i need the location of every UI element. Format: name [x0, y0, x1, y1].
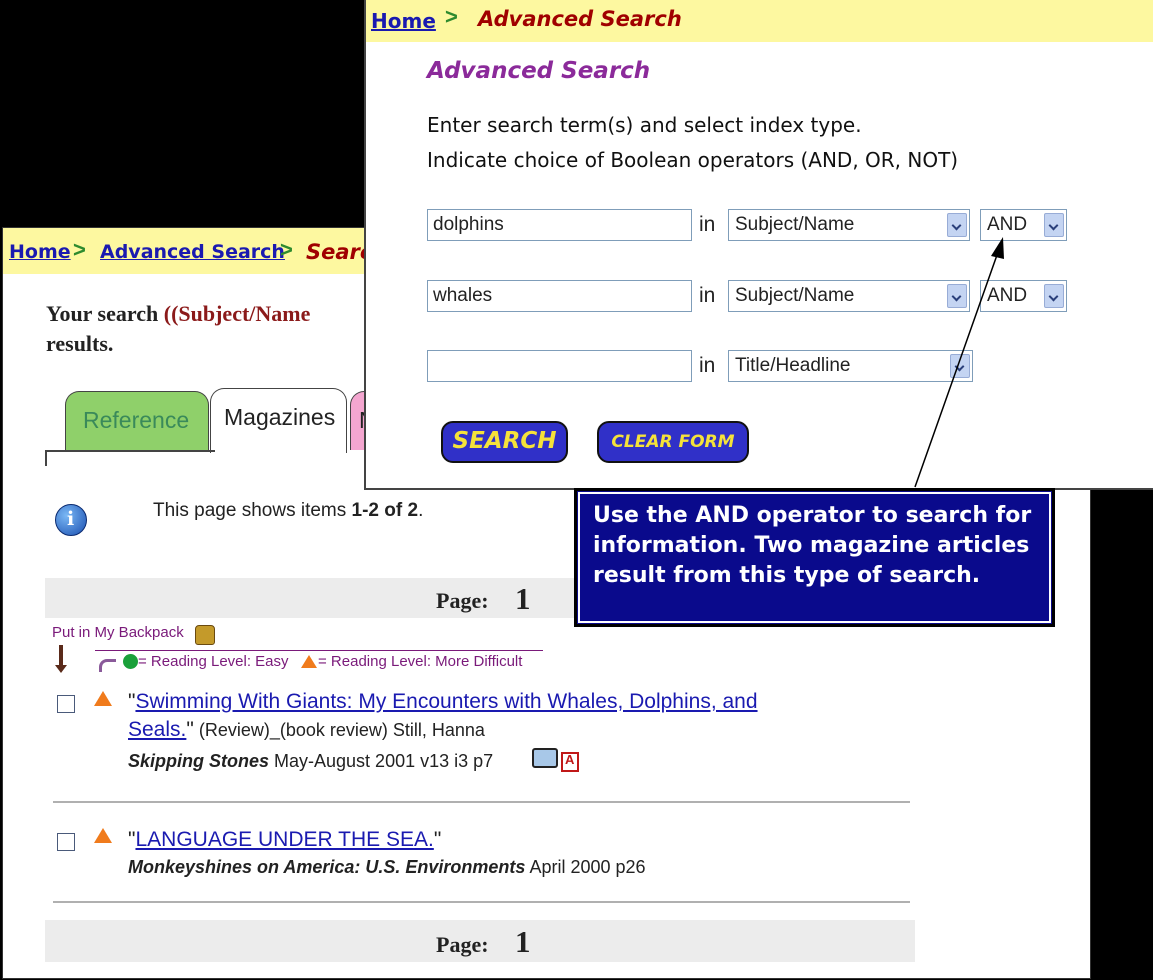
callout-text: Use the AND operator to search for infor…	[593, 503, 1032, 588]
callout-box: Use the AND operator to search for infor…	[574, 488, 1055, 627]
